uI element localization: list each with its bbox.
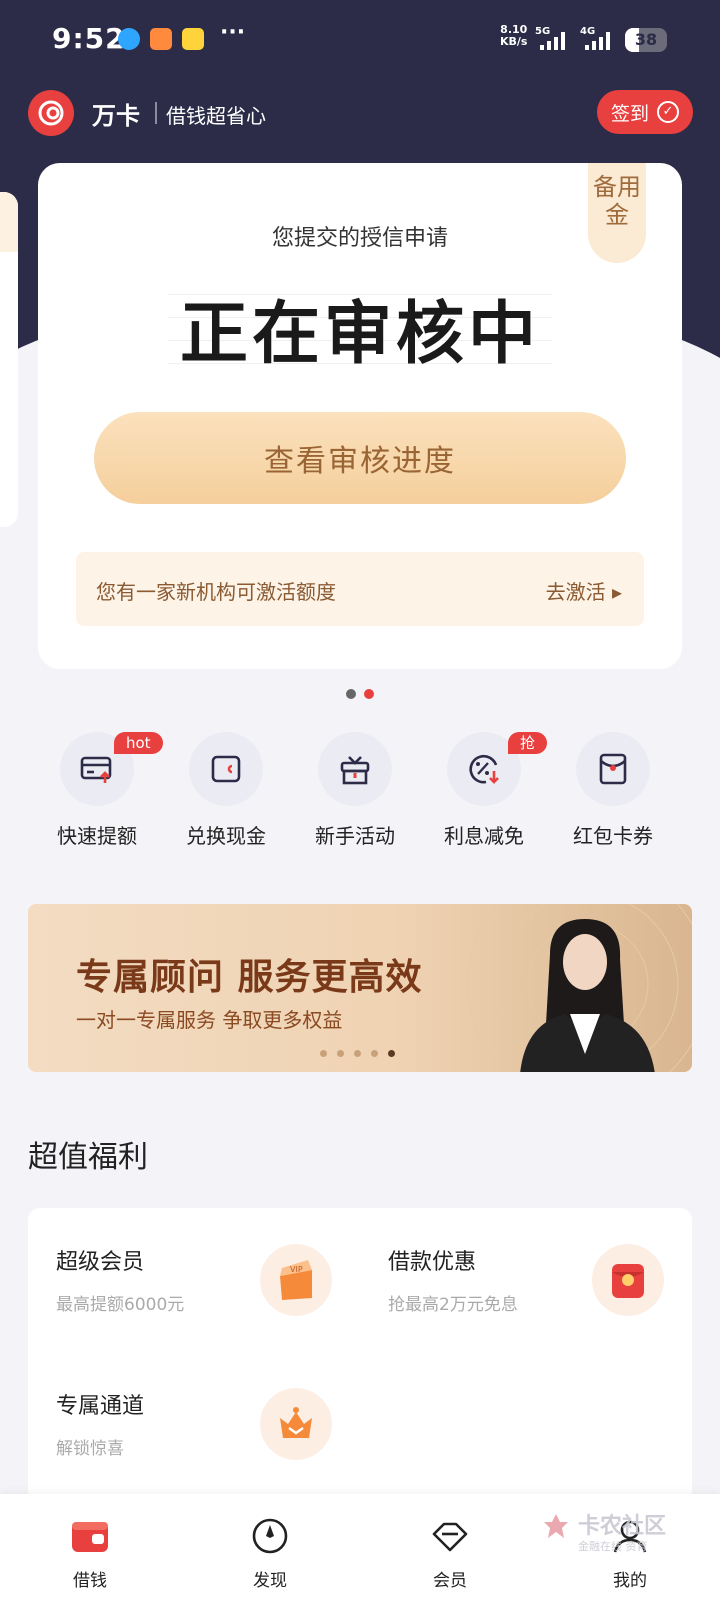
chevron-right-icon: ▸ bbox=[611, 580, 622, 604]
brand-slogan: 借钱超省心 bbox=[166, 104, 266, 128]
activate-link[interactable]: 去激活 ▸ bbox=[546, 576, 622, 605]
crown-icon bbox=[260, 1388, 332, 1460]
watermark: 卡农社区 金融在线 资育 bbox=[540, 1508, 666, 1554]
advisor-banner[interactable]: 专属顾问 服务更高效 一对一专属服务 争取更多权益 bbox=[28, 904, 692, 1072]
banner-subtitle: 一对一专属服务 争取更多权益 bbox=[76, 1008, 343, 1032]
quick-action-label: 兑换现金 bbox=[186, 824, 266, 848]
watermark-subtext: 金融在线 资育 bbox=[578, 1540, 648, 1553]
checkin-button[interactable]: 签到 ✓ bbox=[597, 90, 693, 134]
battery-level: 38 bbox=[634, 30, 658, 49]
activation-notice[interactable]: 您有一家新机构可激活额度 去激活 ▸ bbox=[76, 552, 644, 626]
banner-title: 专属顾问 服务更高效 bbox=[76, 957, 423, 998]
status-time: 9:52 bbox=[52, 22, 126, 55]
activate-link-label: 去激活 bbox=[545, 580, 606, 604]
benefit-subtitle: 解锁惊喜 bbox=[56, 1439, 124, 1459]
gift-icon bbox=[318, 732, 392, 806]
video-app-icon bbox=[150, 28, 172, 50]
application-subtitle: 您提交的授信申请 bbox=[271, 226, 448, 251]
quick-action-newbie-event[interactable]: 新手活动 bbox=[290, 732, 420, 849]
watermark-text: 卡农社区 bbox=[578, 1514, 667, 1539]
diamond-icon bbox=[432, 1522, 468, 1552]
quick-action-label: 红包卡券 bbox=[573, 824, 653, 848]
status-bar: 9:52 ··· 8.10 KB/s 5G 4G 38 bbox=[0, 0, 720, 80]
network-speed-unit: KB/s bbox=[500, 35, 528, 48]
tab-label: 会员 bbox=[433, 1571, 467, 1591]
benefit-title: 超级会员 bbox=[56, 1250, 145, 1275]
quick-action-label: 利息减免 bbox=[444, 824, 524, 848]
battery-icon: 38 bbox=[625, 28, 667, 52]
tab-borrow[interactable]: 借钱 bbox=[30, 1494, 150, 1600]
meituan-icon bbox=[182, 28, 204, 50]
pager-dot bbox=[337, 1050, 344, 1057]
tab-label: 借钱 bbox=[73, 1571, 107, 1591]
pager-dot-active bbox=[364, 689, 374, 699]
quick-action-label: 快速提额 bbox=[57, 824, 137, 848]
notice-text: 您有一家新机构可激活额度 bbox=[96, 580, 336, 604]
signal-bars-1-icon bbox=[540, 32, 565, 50]
quick-action-red-envelope[interactable]: 红包卡券 bbox=[548, 732, 678, 849]
vip-gift-icon: VIP bbox=[260, 1244, 332, 1316]
signal-bars-2-icon bbox=[585, 32, 610, 50]
tab-discover[interactable]: 发现 bbox=[210, 1494, 330, 1600]
more-notifications-icon: ··· bbox=[220, 20, 246, 45]
watermark-logo-icon bbox=[544, 1514, 568, 1538]
benefit-subtitle: 抢最高2万元免息 bbox=[388, 1295, 518, 1315]
review-status: 正在审核中 bbox=[179, 295, 540, 374]
benefit-subtitle: 最高提额6000元 bbox=[56, 1295, 185, 1315]
check-icon: ✓ bbox=[657, 101, 679, 123]
advisor-portrait-icon bbox=[520, 919, 655, 1072]
card-pager bbox=[346, 689, 374, 699]
wallet-icon bbox=[189, 732, 263, 806]
svg-text:VIP: VIP bbox=[290, 1265, 303, 1274]
benefits-card: 超级会员 最高提额6000元 VIP 借款优惠 抢最高2万元免息 专属通道 解锁… bbox=[28, 1208, 692, 1508]
pager-dot bbox=[371, 1050, 378, 1057]
wallet-tab-icon bbox=[72, 1522, 108, 1552]
benefit-title: 专属通道 bbox=[56, 1394, 145, 1419]
benefits-section-title: 超值福利 bbox=[28, 1140, 148, 1175]
app-notification-icon bbox=[118, 28, 140, 50]
tab-label: 我的 bbox=[613, 1571, 647, 1591]
grab-badge: 抢 bbox=[508, 732, 548, 754]
quick-action-exchange-cash[interactable]: 兑换现金 bbox=[161, 732, 291, 849]
pager-dot bbox=[354, 1050, 361, 1057]
compass-icon bbox=[252, 1518, 288, 1554]
pager-dot bbox=[346, 689, 356, 699]
hot-badge: hot bbox=[114, 732, 163, 754]
brand-name: 万卡 bbox=[92, 102, 140, 130]
red-packet-icon bbox=[592, 1244, 664, 1316]
checkin-label: 签到 bbox=[610, 102, 649, 125]
pager-dot-active bbox=[388, 1050, 395, 1057]
benefit-title: 借款优惠 bbox=[388, 1250, 477, 1275]
tab-member[interactable]: 会员 bbox=[390, 1494, 510, 1600]
banner-pager bbox=[320, 1050, 395, 1057]
view-progress-button[interactable]: 查看审核进度 bbox=[94, 412, 626, 504]
tab-label: 发现 bbox=[253, 1571, 287, 1591]
network-speed: 8.10 KB/s bbox=[500, 24, 527, 48]
pager-dot bbox=[320, 1050, 327, 1057]
brand-divider bbox=[155, 102, 157, 124]
red-envelope-icon bbox=[576, 732, 650, 806]
quick-action-label: 新手活动 bbox=[315, 824, 395, 848]
app-logo-icon bbox=[28, 90, 74, 136]
